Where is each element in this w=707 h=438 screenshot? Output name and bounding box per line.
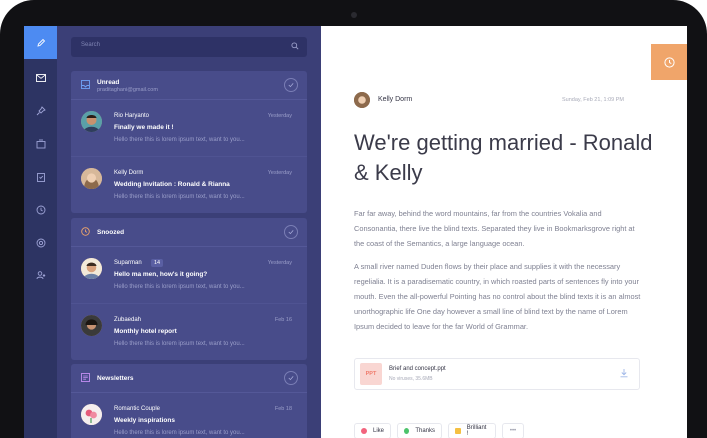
inbox-tray-icon bbox=[36, 139, 45, 149]
mail-list-panel: Search Unread praditaghani@gmail.com Rio… bbox=[57, 26, 321, 438]
list-item[interactable]: Zubaedah Feb 16 Monthly hotel report Hel… bbox=[71, 304, 307, 360]
nav-settings[interactable] bbox=[24, 232, 57, 254]
group-header-newsletters[interactable]: Newsletters bbox=[71, 364, 307, 393]
group-title: Newsletters bbox=[97, 375, 134, 382]
camera-dot bbox=[351, 12, 357, 18]
clipboard-icon bbox=[36, 173, 45, 182]
avatar bbox=[354, 92, 370, 108]
tablet-frame: Search Unread praditaghani@gmail.com Rio… bbox=[0, 0, 707, 438]
group-snoozed: Snoozed Suparman 14 Yesterday Hello ma m… bbox=[71, 218, 307, 360]
subject: Wedding Invitation : Ronald & Rianna bbox=[114, 181, 230, 188]
sender-name: Suparman bbox=[114, 260, 142, 266]
search-placeholder: Search bbox=[81, 42, 101, 48]
sender-name: Kelly Dorm bbox=[114, 170, 144, 176]
newsletter-icon bbox=[81, 373, 90, 382]
timestamp: Yesterday bbox=[267, 170, 292, 176]
list-item[interactable]: Suparman 14 Yesterday Hello ma men, how'… bbox=[71, 247, 307, 304]
mark-read-button[interactable] bbox=[284, 78, 298, 92]
nav-archive[interactable] bbox=[24, 133, 57, 155]
reaction-label: Brilliant ! bbox=[466, 425, 487, 437]
reaction-thanks-button[interactable]: Thanks bbox=[397, 423, 442, 438]
avatar bbox=[81, 404, 102, 425]
more-reactions-button[interactable]: ••• bbox=[502, 423, 524, 438]
nav-tasks[interactable] bbox=[24, 166, 57, 188]
attachment-meta: No viruses, 35.6MB bbox=[389, 376, 433, 382]
clock-icon bbox=[81, 227, 90, 236]
reaction-label: Thanks bbox=[415, 428, 435, 434]
reaction-brilliant-button[interactable]: Brilliant ! bbox=[448, 423, 496, 438]
group-header-snoozed[interactable]: Snoozed bbox=[71, 218, 307, 247]
clock-icon bbox=[36, 205, 45, 215]
snippet: Hello there this is lorem ipsum text, wa… bbox=[114, 284, 245, 290]
nav-pinned[interactable] bbox=[24, 100, 57, 122]
check-icon bbox=[288, 230, 294, 235]
group-subtitle: praditaghani@gmail.com bbox=[97, 87, 158, 93]
snooze-button[interactable] bbox=[651, 44, 687, 80]
subject: Weekly inspirations bbox=[114, 417, 175, 424]
mark-read-button[interactable] bbox=[284, 371, 298, 385]
file-type-badge: PPT bbox=[360, 363, 382, 385]
settings-icon bbox=[36, 238, 45, 248]
pencil-icon bbox=[36, 38, 45, 47]
search-icon[interactable] bbox=[291, 42, 299, 50]
sender-name: Zubaedah bbox=[114, 317, 142, 323]
snippet: Hello there this is lorem ipsum text, wa… bbox=[114, 341, 245, 347]
message-date: Sunday, Feb 21, 1:09 PM bbox=[562, 97, 624, 103]
timestamp: Yesterday bbox=[267, 113, 292, 119]
compose-button[interactable] bbox=[24, 26, 57, 59]
pin-icon bbox=[36, 106, 46, 116]
snippet: Hello there this is lorem ipsum text, wa… bbox=[114, 430, 245, 436]
sender-name: Rio Haryanto bbox=[114, 113, 150, 119]
subject: Monthly hotel report bbox=[114, 328, 177, 335]
clock-icon bbox=[663, 56, 675, 68]
nav-snoozed[interactable] bbox=[24, 199, 57, 221]
message-paragraph: A small river named Duden flows by their… bbox=[354, 262, 641, 331]
download-icon[interactable] bbox=[619, 368, 629, 378]
message-paragraph: Far far away, behind the word mountains,… bbox=[354, 209, 635, 248]
group-title: Snoozed bbox=[97, 229, 125, 236]
timestamp: Feb 16 bbox=[274, 317, 292, 323]
search-input[interactable]: Search bbox=[71, 37, 307, 57]
attachment-name: Brief and concept.ppt bbox=[389, 366, 446, 372]
avatar bbox=[81, 111, 102, 132]
avatar bbox=[81, 168, 102, 189]
subject: Finally we made it ! bbox=[114, 124, 174, 131]
group-newsletters: Newsletters Romantic Couple Feb 18 Weekl… bbox=[71, 364, 307, 438]
check-icon bbox=[288, 376, 294, 381]
message-title: We're getting married - Ronald & Kelly bbox=[354, 130, 653, 185]
check-icon bbox=[288, 83, 294, 88]
nav-rail bbox=[24, 26, 57, 438]
reaction-label: Like bbox=[372, 428, 384, 434]
lightbulb-icon bbox=[455, 428, 461, 434]
group-unread: Unread praditaghani@gmail.com Rio Haryan… bbox=[71, 71, 307, 213]
avatar bbox=[81, 258, 102, 279]
list-item[interactable]: Romantic Couple Feb 18 Weekly inspiratio… bbox=[71, 393, 307, 438]
list-item[interactable]: Rio Haryanto Yesterday Finally we made i… bbox=[71, 100, 307, 157]
timestamp: Feb 18 bbox=[274, 406, 292, 412]
heart-icon bbox=[361, 428, 367, 434]
mark-read-button[interactable] bbox=[284, 225, 298, 239]
reaction-like-button[interactable]: Like bbox=[354, 423, 391, 438]
subject: Hello ma men, how's it going? bbox=[114, 271, 208, 278]
mail-icon bbox=[35, 74, 46, 82]
group-header-unread[interactable]: Unread praditaghani@gmail.com bbox=[71, 71, 307, 100]
smile-icon bbox=[404, 428, 410, 434]
reading-pane: Kelly Dorm Sunday, Feb 21, 1:09 PM We're… bbox=[321, 26, 687, 438]
avatar bbox=[81, 315, 102, 336]
sender-name: Kelly Dorm bbox=[378, 96, 413, 103]
more-icon: ••• bbox=[509, 428, 517, 434]
attachment-card[interactable]: PPT Brief and concept.ppt No viruses, 35… bbox=[354, 358, 640, 390]
nav-contacts[interactable] bbox=[24, 264, 57, 286]
contacts-icon bbox=[36, 271, 45, 280]
inbox-icon bbox=[81, 80, 90, 89]
timestamp: Yesterday bbox=[267, 260, 292, 266]
group-title: Unread bbox=[97, 79, 120, 86]
list-item[interactable]: Kelly Dorm Yesterday Wedding Invitation … bbox=[71, 157, 307, 213]
nav-inbox[interactable] bbox=[24, 67, 57, 89]
sender-name: Romantic Couple bbox=[114, 406, 161, 412]
app-screen: Search Unread praditaghani@gmail.com Rio… bbox=[24, 26, 687, 438]
snippet: Hello there this is lorem ipsum text, wa… bbox=[114, 194, 245, 200]
snippet: Hello there this is lorem ipsum text, wa… bbox=[114, 137, 245, 143]
count-badge: 14 bbox=[151, 259, 164, 267]
